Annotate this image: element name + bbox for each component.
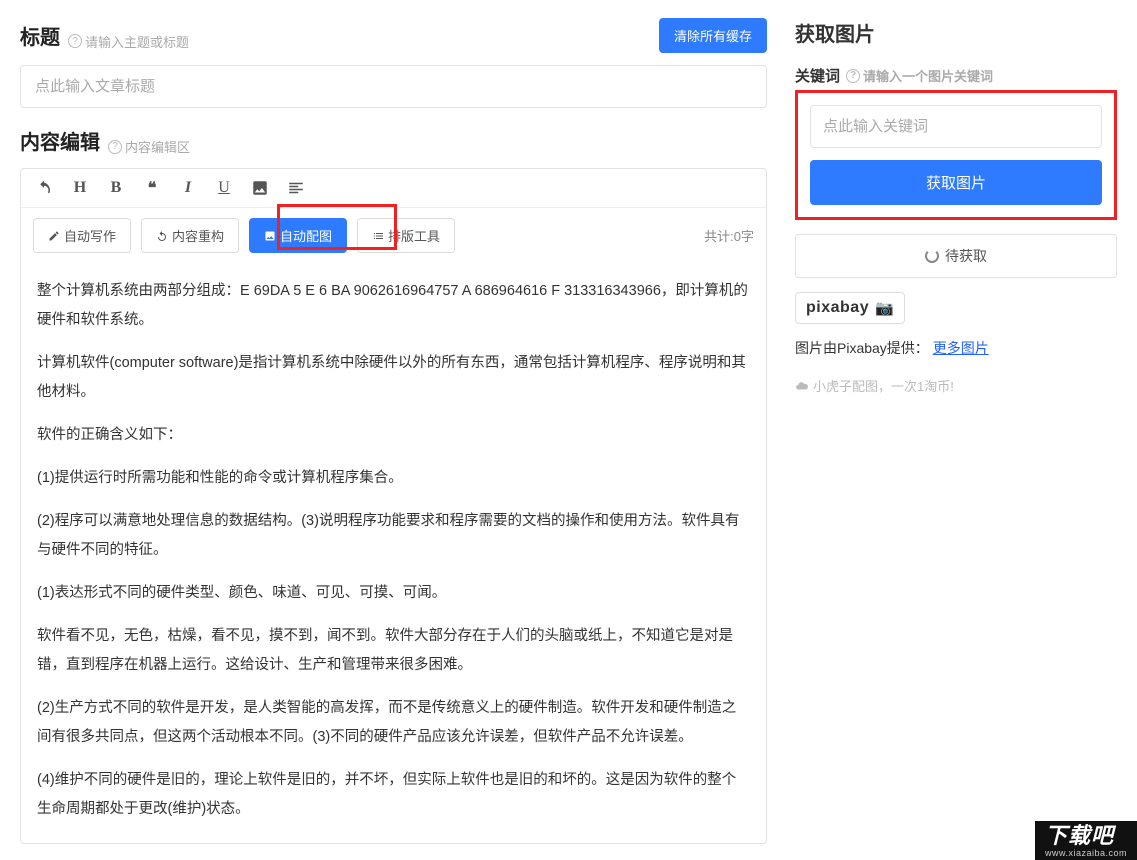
image-icon[interactable] (249, 177, 271, 199)
editor-box: H B ❝ I U 自动写作 内容重构 自动配图 (20, 168, 767, 844)
bold-icon[interactable]: B (105, 177, 127, 199)
undo-icon[interactable] (33, 177, 55, 199)
content-paragraph: 计算机软件(computer software)是指计算机系统中除硬件以外的所有… (37, 349, 750, 407)
camera-icon: 📷 (875, 299, 894, 317)
quote-icon[interactable]: ❝ (141, 177, 163, 199)
content-paragraph: (1)提供运行时所需功能和性能的命令或计算机程序集合。 (37, 464, 750, 493)
word-count: 共计:0字 (704, 226, 754, 245)
image-credit: 图片由Pixabay提供： 更多图片 (795, 338, 1117, 358)
keyword-label-row: 关键词 ? 请输入一个图片关键词 (795, 65, 1117, 86)
content-paragraph: (2)生产方式不同的软件是开发，是人类智能的高发挥，而不是传统意义上的硬件制造。… (37, 694, 750, 752)
editor-hint: ? 内容编辑区 (108, 137, 190, 156)
editor-content[interactable]: 整个计算机系统由两部分组成：E 69DA 5 E 6 BA 9062616964… (21, 263, 766, 843)
heading-icon[interactable]: H (69, 177, 91, 199)
editor-heading: 内容编辑 (20, 126, 100, 155)
layout-tool-button[interactable]: 排版工具 (357, 218, 455, 253)
fetch-images-button[interactable]: 获取图片 (810, 160, 1102, 205)
title-heading: 标题 (20, 21, 60, 50)
keyword-input[interactable] (810, 105, 1102, 148)
title-hint: ? 请输入主题或标题 (68, 32, 189, 51)
auto-image-button[interactable]: 自动配图 (249, 218, 347, 253)
pending-button[interactable]: 待获取 (795, 234, 1117, 278)
info-icon: ? (108, 140, 122, 154)
info-icon: ? (846, 69, 860, 83)
keyword-box: 获取图片 (795, 90, 1117, 220)
italic-icon[interactable]: I (177, 177, 199, 199)
cloud-icon (795, 379, 809, 393)
sidebar: 获取图片 关键词 ? 请输入一个图片关键词 获取图片 待获取 pixabay 📷… (787, 0, 1137, 860)
info-icon: ? (68, 34, 82, 48)
content-paragraph: (4)维护不同的硬件是旧的，理论上软件是旧的，并不坏，但实际上软件也是旧的和坏的… (37, 766, 750, 824)
more-images-link[interactable]: 更多图片 (933, 340, 989, 356)
content-paragraph: 整个计算机系统由两部分组成：E 69DA 5 E 6 BA 9062616964… (37, 277, 750, 335)
footer-note: 小虎子配图，一次1淘币! (795, 376, 1117, 395)
keyword-hint: 请输入一个图片关键词 (863, 66, 993, 85)
main-column: 标题 ? 请输入主题或标题 清除所有缓存 内容编辑 ? 内容编辑区 H (0, 0, 787, 860)
title-header: 标题 ? 请输入主题或标题 清除所有缓存 (20, 18, 767, 53)
article-title-input[interactable] (20, 65, 767, 108)
keyword-label: 关键词 (795, 65, 840, 86)
underline-icon[interactable]: U (213, 177, 235, 199)
sidebar-heading: 获取图片 (795, 18, 1117, 47)
format-toolbar: H B ❝ I U (21, 169, 766, 208)
auto-write-button[interactable]: 自动写作 (33, 218, 131, 253)
pixabay-badge: pixabay 📷 (795, 292, 905, 324)
content-paragraph: (2)程序可以满意地处理信息的数据结构。(3)说明程序功能要求和程序需要的文档的… (37, 507, 750, 565)
clear-cache-button[interactable]: 清除所有缓存 (659, 18, 767, 53)
align-left-icon[interactable] (285, 177, 307, 199)
spinner-icon (925, 249, 939, 263)
content-paragraph: 软件的正确含义如下： (37, 421, 750, 450)
watermark: 下载吧 www.xiazaiba.com (1035, 821, 1137, 860)
restructure-button[interactable]: 内容重构 (141, 218, 239, 253)
action-toolbar: 自动写作 内容重构 自动配图 排版工具 共计:0字 (21, 208, 766, 263)
content-paragraph: (1)表达形式不同的硬件类型、颜色、味道、可见、可摸、可闻。 (37, 579, 750, 608)
content-paragraph: 软件看不见，无色，枯燥，看不见，摸不到，闻不到。软件大部分存在于人们的头脑或纸上… (37, 622, 750, 680)
